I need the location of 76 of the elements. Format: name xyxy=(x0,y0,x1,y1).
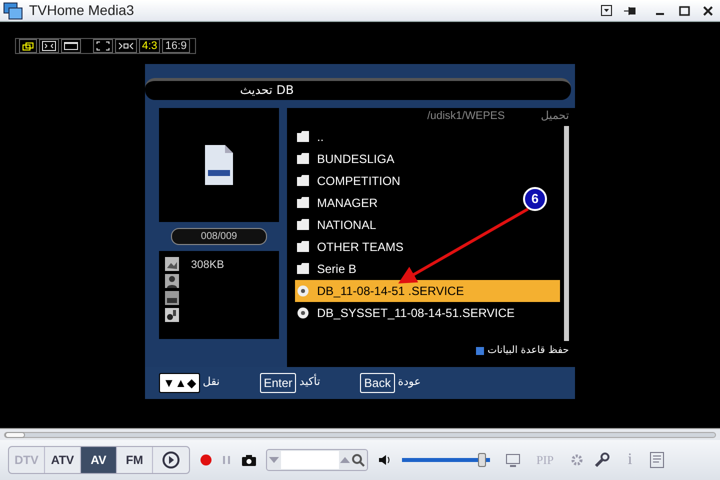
legend-text: حفظ قاعدة البيانات xyxy=(487,344,569,358)
figure-icon xyxy=(165,308,179,322)
maximize-icon xyxy=(678,6,690,16)
key-hint: ▼▲◆ xyxy=(159,372,200,392)
app-icon xyxy=(3,2,23,20)
play-icon xyxy=(162,451,180,469)
file-list-item[interactable]: DB_SYSSET_11-08-14-51.SERVICE xyxy=(295,302,519,324)
folder-icon xyxy=(297,131,309,142)
stretch-button[interactable] xyxy=(115,39,137,53)
dropdown-icon xyxy=(600,5,612,16)
file-list-item[interactable]: Serie B xyxy=(295,258,360,280)
key-label: عودة xyxy=(398,374,421,390)
aspect-ratio-button[interactable]: 16:9 xyxy=(162,39,190,53)
fullscreen-icon xyxy=(96,41,110,51)
fit-screen-button[interactable] xyxy=(39,39,59,53)
notes-button[interactable] xyxy=(650,452,664,468)
document-icon xyxy=(204,144,234,186)
key-label: نقل xyxy=(202,374,220,390)
display-button[interactable] xyxy=(506,454,520,466)
windows-icon xyxy=(22,42,34,50)
file-list-item[interactable]: MANAGER xyxy=(295,192,382,214)
folder-icon xyxy=(297,219,309,230)
restore-window-button[interactable] xyxy=(19,39,37,53)
window-title: TVHome Media3 xyxy=(29,1,134,20)
folder-icon xyxy=(297,197,309,208)
file-list-item[interactable]: OTHER TEAMS xyxy=(295,236,408,258)
legend-swatch xyxy=(476,346,484,354)
stretch-icon xyxy=(118,41,134,51)
header-label: تحميل xyxy=(540,108,569,124)
speaker-icon xyxy=(378,454,392,466)
file-size: 308KB xyxy=(191,258,224,272)
channel-combo-box[interactable] xyxy=(266,449,368,471)
file-list-item[interactable]: NATIONAL xyxy=(295,214,380,236)
close-icon xyxy=(703,6,713,16)
source-tab[interactable]: AV xyxy=(81,447,117,473)
source-tab[interactable]: FM xyxy=(117,447,153,473)
key-hint: Enter xyxy=(260,372,296,392)
camera-icon xyxy=(242,454,256,466)
up-arrow-icon xyxy=(339,456,351,464)
folder-icon xyxy=(297,263,309,274)
file-list-item[interactable]: .. xyxy=(295,126,328,148)
record-icon xyxy=(200,454,212,466)
folder-path: /udisk1/WEPES xyxy=(427,109,505,124)
folder-icon xyxy=(297,175,309,186)
menu-title: تحديث DB xyxy=(240,82,294,99)
file-list-item[interactable]: COMPETITION xyxy=(295,170,404,192)
key-hint: Back xyxy=(360,372,395,392)
folder-icon xyxy=(297,241,309,252)
scrollbar[interactable] xyxy=(564,126,569,340)
down-arrow-icon xyxy=(267,456,281,464)
snapshot-button[interactable] xyxy=(242,454,256,466)
volume-button[interactable] xyxy=(378,454,392,466)
minimize-icon xyxy=(656,12,664,14)
pin-icon xyxy=(624,6,636,16)
file-list-item[interactable]: DB_11-08-14-51 .SERVICE xyxy=(295,280,560,302)
wrench-icon xyxy=(594,452,610,468)
monitor-icon xyxy=(506,454,520,466)
person-icon xyxy=(165,274,179,288)
window-icon xyxy=(64,41,78,51)
seek-thumb[interactable] xyxy=(5,432,25,438)
aspect-ratio-button[interactable]: 4:3 xyxy=(139,39,160,53)
file-counter: 008/009 xyxy=(171,228,267,244)
record-button[interactable] xyxy=(200,454,212,466)
key-label: تأكيد xyxy=(299,374,320,390)
image-icon xyxy=(165,256,179,270)
search-icon xyxy=(351,453,365,467)
gear-icon xyxy=(570,453,584,467)
fullscreen-button[interactable] xyxy=(93,39,113,53)
volume-thumb[interactable] xyxy=(478,453,486,467)
fit-screen-icon xyxy=(42,41,56,51)
pause-icon xyxy=(222,455,232,465)
file-list-item[interactable]: BUNDESLIGA xyxy=(295,148,398,170)
folder-icon xyxy=(297,153,309,164)
notes-icon xyxy=(650,452,664,468)
window-mode-button[interactable] xyxy=(61,39,81,53)
tools-button[interactable] xyxy=(594,452,610,468)
